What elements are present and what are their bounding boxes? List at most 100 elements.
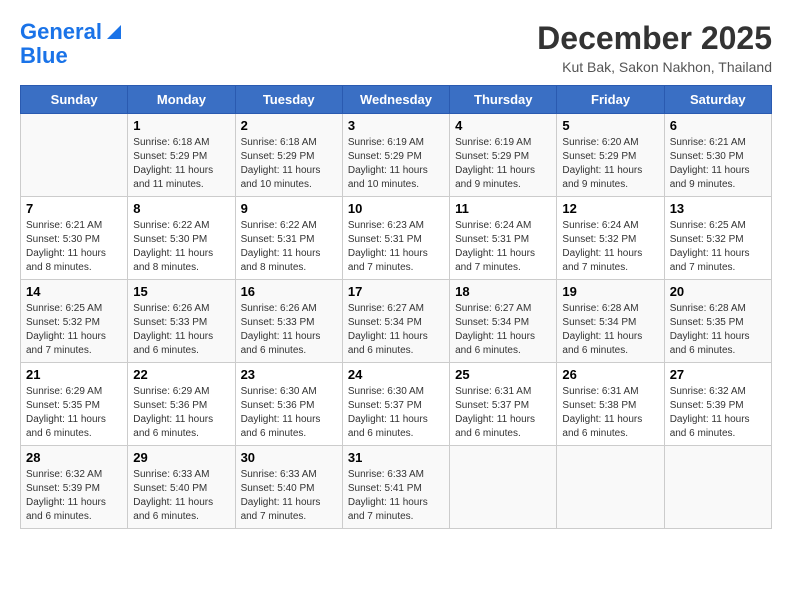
day-info: Sunrise: 6:33 AM Sunset: 5:40 PM Dayligh… [241,468,337,524]
calendar-cell: 3 Sunrise: 6:19 AM Sunset: 5:29 PM Daylig… [342,114,449,197]
calendar-cell: 2Sunrise: 6:18 AM Sunset: 5:29 PM Daylig… [235,114,342,197]
calendar-cell: 22 Sunrise: 6:29 AM Sunset: 5:36 PM Dayli… [128,363,235,446]
location-subtitle: Kut Bak, Sakon Nakhon, Thailand [537,59,772,75]
day-info: Sunrise: 6:31 AM Sunset: 5:38 PM Dayligh… [562,385,658,441]
header-thursday: Thursday [450,86,557,114]
day-info: Sunrise: 6:24 AM Sunset: 5:32 PM Dayligh… [562,219,658,275]
calendar-cell: 1 Sunrise: 6:18 AM Sunset: 5:29 PM Daylig… [128,114,235,197]
calendar-cell: 5Sunrise: 6:20 AM Sunset: 5:29 PM Daylig… [557,114,664,197]
day-number: 6 [670,118,766,133]
day-number: 28 [26,450,122,465]
day-info: Sunrise: 6:19 AM Sunset: 5:29 PM Dayligh… [348,136,444,192]
week-row-5: 28 Sunrise: 6:32 AM Sunset: 5:39 PM Dayli… [21,446,772,529]
day-number: 21 [26,367,122,382]
day-number: 11 [455,201,551,216]
header-saturday: Saturday [664,86,771,114]
day-number: 8 [133,201,229,216]
day-number: 27 [670,367,766,382]
day-info: Sunrise: 6:29 AM Sunset: 5:35 PM Dayligh… [26,385,122,441]
header-wednesday: Wednesday [342,86,449,114]
day-number: 13 [670,201,766,216]
day-number: 7 [26,201,122,216]
day-number: 1 [133,118,229,133]
header-friday: Friday [557,86,664,114]
day-info: Sunrise: 6:30 AM Sunset: 5:36 PM Dayligh… [241,385,337,441]
calendar-cell: 8 Sunrise: 6:22 AM Sunset: 5:30 PM Daylig… [128,197,235,280]
day-info: Sunrise: 6:33 AM Sunset: 5:40 PM Dayligh… [133,468,229,524]
day-number: 4 [455,118,551,133]
calendar-header-row: SundayMondayTuesdayWednesdayThursdayFrid… [21,86,772,114]
day-number: 9 [241,201,337,216]
calendar-cell: 7 Sunrise: 6:21 AM Sunset: 5:30 PM Daylig… [21,197,128,280]
calendar-cell: 27Sunrise: 6:32 AM Sunset: 5:39 PM Dayli… [664,363,771,446]
day-info: Sunrise: 6:29 AM Sunset: 5:36 PM Dayligh… [133,385,229,441]
day-number: 15 [133,284,229,299]
day-info: Sunrise: 6:22 AM Sunset: 5:30 PM Dayligh… [133,219,229,275]
calendar-cell: 14 Sunrise: 6:25 AM Sunset: 5:32 PM Dayli… [21,280,128,363]
calendar-cell: 16Sunrise: 6:26 AM Sunset: 5:33 PM Dayli… [235,280,342,363]
calendar-cell: 19 Sunrise: 6:28 AM Sunset: 5:34 PM Dayli… [557,280,664,363]
day-info: Sunrise: 6:20 AM Sunset: 5:29 PM Dayligh… [562,136,658,192]
calendar-cell: 29Sunrise: 6:33 AM Sunset: 5:40 PM Dayli… [128,446,235,529]
calendar-cell: 18 Sunrise: 6:27 AM Sunset: 5:34 PM Dayli… [450,280,557,363]
week-row-4: 21 Sunrise: 6:29 AM Sunset: 5:35 PM Dayli… [21,363,772,446]
calendar-cell: 24 Sunrise: 6:30 AM Sunset: 5:37 PM Dayli… [342,363,449,446]
calendar-cell: 31 Sunrise: 6:33 AM Sunset: 5:41 PM Dayli… [342,446,449,529]
day-info: Sunrise: 6:25 AM Sunset: 5:32 PM Dayligh… [26,302,122,358]
month-title: December 2025 [537,20,772,57]
day-info: Sunrise: 6:33 AM Sunset: 5:41 PM Dayligh… [348,468,444,524]
logo-text-line2: Blue [20,44,68,68]
day-number: 19 [562,284,658,299]
day-info: Sunrise: 6:27 AM Sunset: 5:34 PM Dayligh… [455,302,551,358]
header-monday: Monday [128,86,235,114]
calendar-cell: 26 Sunrise: 6:31 AM Sunset: 5:38 PM Dayli… [557,363,664,446]
day-number: 23 [241,367,337,382]
calendar-cell: 4Sunrise: 6:19 AM Sunset: 5:29 PM Daylig… [450,114,557,197]
calendar-cell: 11 Sunrise: 6:24 AM Sunset: 5:31 PM Dayli… [450,197,557,280]
day-number: 30 [241,450,337,465]
day-info: Sunrise: 6:24 AM Sunset: 5:31 PM Dayligh… [455,219,551,275]
calendar-cell: 20Sunrise: 6:28 AM Sunset: 5:35 PM Dayli… [664,280,771,363]
day-info: Sunrise: 6:25 AM Sunset: 5:32 PM Dayligh… [670,219,766,275]
calendar-cell: 30 Sunrise: 6:33 AM Sunset: 5:40 PM Dayli… [235,446,342,529]
day-number: 22 [133,367,229,382]
calendar-cell: 12 Sunrise: 6:24 AM Sunset: 5:32 PM Dayli… [557,197,664,280]
logo: General Blue [20,20,123,68]
day-info: Sunrise: 6:28 AM Sunset: 5:35 PM Dayligh… [670,302,766,358]
day-info: Sunrise: 6:28 AM Sunset: 5:34 PM Dayligh… [562,302,658,358]
day-info: Sunrise: 6:23 AM Sunset: 5:31 PM Dayligh… [348,219,444,275]
header-sunday: Sunday [21,86,128,114]
calendar-cell [21,114,128,197]
calendar-cell: 17 Sunrise: 6:27 AM Sunset: 5:34 PM Dayli… [342,280,449,363]
day-info: Sunrise: 6:18 AM Sunset: 5:29 PM Dayligh… [133,136,229,192]
week-row-2: 7 Sunrise: 6:21 AM Sunset: 5:30 PM Daylig… [21,197,772,280]
calendar-cell: 10 Sunrise: 6:23 AM Sunset: 5:31 PM Dayli… [342,197,449,280]
calendar-cell: 28 Sunrise: 6:32 AM Sunset: 5:39 PM Dayli… [21,446,128,529]
calendar-body: 1 Sunrise: 6:18 AM Sunset: 5:29 PM Daylig… [21,114,772,529]
calendar-cell: 21 Sunrise: 6:29 AM Sunset: 5:35 PM Dayli… [21,363,128,446]
calendar-table: SundayMondayTuesdayWednesdayThursdayFrid… [20,85,772,529]
calendar-cell: 15 Sunrise: 6:26 AM Sunset: 5:33 PM Dayli… [128,280,235,363]
day-number: 3 [348,118,444,133]
day-number: 12 [562,201,658,216]
day-info: Sunrise: 6:26 AM Sunset: 5:33 PM Dayligh… [133,302,229,358]
calendar-cell [557,446,664,529]
calendar-cell: 25Sunrise: 6:31 AM Sunset: 5:37 PM Dayli… [450,363,557,446]
day-info: Sunrise: 6:22 AM Sunset: 5:31 PM Dayligh… [241,219,337,275]
calendar-cell [450,446,557,529]
header-tuesday: Tuesday [235,86,342,114]
day-info: Sunrise: 6:21 AM Sunset: 5:30 PM Dayligh… [26,219,122,275]
day-number: 31 [348,450,444,465]
day-info: Sunrise: 6:30 AM Sunset: 5:37 PM Dayligh… [348,385,444,441]
day-info: Sunrise: 6:18 AM Sunset: 5:29 PM Dayligh… [241,136,337,192]
day-info: Sunrise: 6:31 AM Sunset: 5:37 PM Dayligh… [455,385,551,441]
day-number: 10 [348,201,444,216]
day-number: 14 [26,284,122,299]
day-number: 26 [562,367,658,382]
day-info: Sunrise: 6:27 AM Sunset: 5:34 PM Dayligh… [348,302,444,358]
day-info: Sunrise: 6:32 AM Sunset: 5:39 PM Dayligh… [26,468,122,524]
day-number: 17 [348,284,444,299]
day-number: 24 [348,367,444,382]
day-number: 18 [455,284,551,299]
day-info: Sunrise: 6:21 AM Sunset: 5:30 PM Dayligh… [670,136,766,192]
